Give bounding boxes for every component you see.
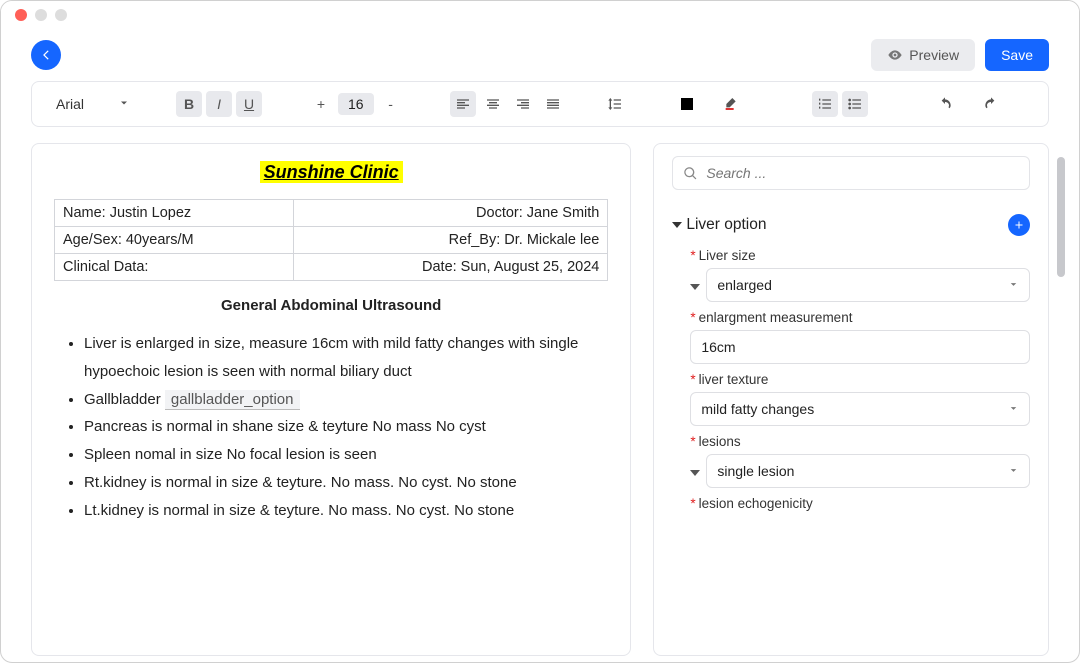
- preview-label: Preview: [909, 47, 959, 63]
- search-icon: [683, 166, 698, 181]
- scrollbar-thumb[interactable]: [1057, 157, 1065, 277]
- window: Preview Save Arial B I U + 16 -: [0, 0, 1080, 663]
- caret-down-icon[interactable]: [690, 470, 700, 476]
- chevron-down-icon: [1008, 277, 1019, 293]
- options-side-pane: Liver option *Liver size enlarged *enlar: [653, 143, 1049, 656]
- list-item: Pancreas is normal in shane size & teytu…: [84, 413, 608, 441]
- traffic-light-zoom[interactable]: [55, 9, 67, 21]
- chevron-down-icon: [1008, 463, 1019, 479]
- redo-button[interactable]: [978, 91, 1004, 117]
- chevron-down-icon[interactable]: [118, 96, 130, 112]
- save-label: Save: [1001, 47, 1033, 63]
- ordered-list-button[interactable]: [812, 91, 838, 117]
- search-input[interactable]: [706, 165, 1019, 181]
- add-option-button[interactable]: [1008, 214, 1030, 236]
- document-pane[interactable]: Sunshine Clinic Name: Justin Lopez Docto…: [31, 143, 631, 656]
- align-right-button[interactable]: [510, 91, 536, 117]
- liver-size-value: enlarged: [717, 277, 772, 293]
- italic-button[interactable]: I: [206, 91, 232, 117]
- table-row: Name: Justin Lopez Doctor: Jane Smith: [55, 200, 608, 227]
- font-family-select[interactable]: Arial: [50, 94, 90, 114]
- arrow-left-icon: [39, 48, 53, 62]
- cell-clinical-data: Clinical Data:: [55, 254, 294, 281]
- titlebar: [1, 1, 1079, 29]
- bold-button[interactable]: B: [176, 91, 202, 117]
- back-button[interactable]: [31, 40, 61, 70]
- unordered-list-button[interactable]: [842, 91, 868, 117]
- list-item: Gallbladder gallbladder_option: [84, 386, 608, 414]
- save-button[interactable]: Save: [985, 39, 1049, 71]
- clinic-title: Sunshine Clinic: [54, 162, 608, 183]
- liver-texture-label: *liver texture: [690, 372, 1030, 387]
- plus-icon: [1013, 219, 1025, 231]
- findings-list: Liver is enlarged in size, measure 16cm …: [54, 330, 608, 524]
- enlargement-label: *enlargment measurement: [690, 310, 1030, 325]
- cell-ref-by: Ref_By: Dr. Mickale lee: [293, 227, 608, 254]
- liver-size-label: *Liver size: [690, 248, 1030, 263]
- lesions-value: single lesion: [717, 463, 794, 479]
- search-input-wrap[interactable]: [672, 156, 1030, 190]
- align-center-button[interactable]: [480, 91, 506, 117]
- text-color-button[interactable]: [674, 91, 700, 117]
- list-item: Spleen nomal in size No focal lesion is …: [84, 441, 608, 469]
- chevron-down-icon: [1008, 401, 1019, 417]
- cell-name: Name: Justin Lopez: [55, 200, 294, 227]
- liver-texture-value: mild fatty changes: [701, 401, 814, 417]
- liver-size-select[interactable]: enlarged: [706, 268, 1030, 302]
- caret-down-icon[interactable]: [690, 284, 700, 290]
- align-left-button[interactable]: [450, 91, 476, 117]
- eye-icon: [887, 47, 903, 63]
- cell-doctor: Doctor: Jane Smith: [293, 200, 608, 227]
- preview-button[interactable]: Preview: [871, 39, 975, 71]
- undo-button[interactable]: [932, 91, 958, 117]
- cell-date: Date: Sun, August 25, 2024: [293, 254, 608, 281]
- enlargement-value: 16cm: [701, 339, 735, 355]
- editor-toolbar: Arial B I U + 16 -: [31, 81, 1049, 127]
- font-size-decrease-button[interactable]: -: [378, 91, 404, 117]
- lesion-echogenicity-label: *lesion echogenicity: [690, 496, 1030, 511]
- table-row: Age/Sex: 40years/M Ref_By: Dr. Mickale l…: [55, 227, 608, 254]
- lesions-select[interactable]: single lesion: [706, 454, 1030, 488]
- font-size-value[interactable]: 16: [338, 93, 374, 115]
- line-height-button[interactable]: [602, 91, 628, 117]
- section-title: Liver option: [686, 216, 766, 234]
- section-heading: General Abdominal Ultrasound: [54, 297, 608, 314]
- section-header: Liver option: [672, 214, 1030, 240]
- list-item: Lt.kidney is normal in size & teyture. N…: [84, 497, 608, 525]
- traffic-light-minimize[interactable]: [35, 9, 47, 21]
- item-prefix: Gallbladder: [84, 391, 165, 408]
- align-justify-button[interactable]: [540, 91, 566, 117]
- liver-texture-select[interactable]: mild fatty changes: [690, 392, 1030, 426]
- gallbladder-placeholder[interactable]: gallbladder_option: [165, 390, 300, 410]
- font-size-increase-button[interactable]: +: [308, 91, 334, 117]
- top-bar: Preview Save: [1, 29, 1079, 81]
- table-row: Clinical Data: Date: Sun, August 25, 202…: [55, 254, 608, 281]
- traffic-light-close[interactable]: [15, 9, 27, 21]
- list-item: Rt.kidney is normal in size & teyture. N…: [84, 469, 608, 497]
- cell-age-sex: Age/Sex: 40years/M: [55, 227, 294, 254]
- list-item: Liver is enlarged in size, measure 16cm …: [84, 330, 608, 386]
- highlight-color-button[interactable]: [718, 91, 744, 117]
- caret-down-icon[interactable]: [672, 222, 682, 228]
- underline-button[interactable]: U: [236, 91, 262, 117]
- scrollbar-track[interactable]: [1057, 157, 1065, 557]
- patient-info-table: Name: Justin Lopez Doctor: Jane Smith Ag…: [54, 199, 608, 281]
- lesions-label: *lesions: [690, 434, 1030, 449]
- clinic-title-text: Sunshine Clinic: [260, 161, 403, 183]
- enlargement-input[interactable]: 16cm: [690, 330, 1030, 364]
